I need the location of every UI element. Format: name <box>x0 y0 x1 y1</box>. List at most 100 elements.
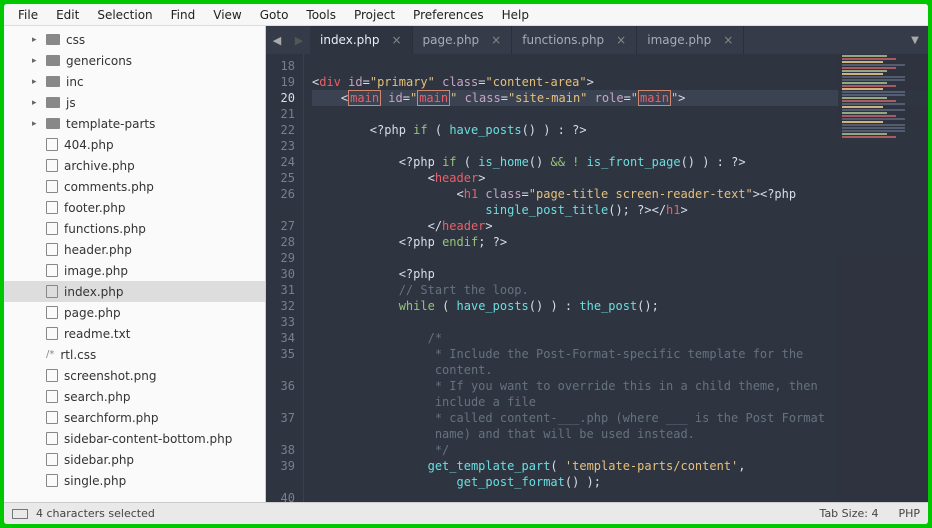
file-screenshot.png[interactable]: screenshot.png <box>4 365 265 386</box>
file-page.php[interactable]: page.php <box>4 302 265 323</box>
code-text[interactable]: <div id="primary" class="content-area"> … <box>304 54 928 502</box>
file-icon <box>46 411 58 424</box>
code-line[interactable] <box>312 250 928 266</box>
menu-view[interactable]: View <box>204 5 250 25</box>
file-comments.php[interactable]: comments.php <box>4 176 265 197</box>
file-icon <box>46 243 58 256</box>
close-icon[interactable]: × <box>723 33 733 47</box>
chevron-right-icon: ▸ <box>32 56 44 66</box>
code-line[interactable]: <main id="main" class="site-main" role="… <box>312 90 928 106</box>
tree-label: template-parts <box>66 117 155 131</box>
file-icon <box>46 369 58 382</box>
file-icon <box>46 222 58 235</box>
code-line[interactable]: </header> <box>312 218 928 234</box>
file-image.php[interactable]: image.php <box>4 260 265 281</box>
menu-edit[interactable]: Edit <box>47 5 88 25</box>
code-line[interactable]: <?php <box>312 266 928 282</box>
menu-file[interactable]: File <box>9 5 47 25</box>
code-line[interactable] <box>312 314 928 330</box>
tree-label: image.php <box>64 264 128 278</box>
nav-forward-icon[interactable]: ▶ <box>288 26 310 54</box>
close-icon[interactable]: × <box>616 33 626 47</box>
file-search.php[interactable]: search.php <box>4 386 265 407</box>
tree-label: archive.php <box>64 159 135 173</box>
code-line[interactable] <box>312 138 928 154</box>
tab-size-status[interactable]: Tab Size: 4 <box>820 507 879 520</box>
folder-js[interactable]: ▸js <box>4 92 265 113</box>
folder-genericons[interactable]: ▸genericons <box>4 50 265 71</box>
tab-index-php[interactable]: index.php × <box>310 26 413 54</box>
menu-preferences[interactable]: Preferences <box>404 5 493 25</box>
code-line[interactable]: * Include the Post-Format-specific templ… <box>312 346 928 378</box>
file-header.php[interactable]: header.php <box>4 239 265 260</box>
menu-goto[interactable]: Goto <box>251 5 298 25</box>
code-line[interactable]: <div id="primary" class="content-area"> <box>312 74 928 90</box>
file-icon: /* <box>46 349 54 360</box>
code-line[interactable]: <?php if ( have_posts() ) : ?> <box>312 122 928 138</box>
file-icon <box>46 306 58 319</box>
tree-label: search.php <box>64 390 131 404</box>
file-sidebar.php[interactable]: sidebar.php <box>4 449 265 470</box>
code-line[interactable] <box>312 58 928 74</box>
statusbar: 4 characters selected Tab Size: 4 PHP <box>4 502 928 524</box>
tree-label: searchform.php <box>64 411 159 425</box>
tree-label: sidebar-content-bottom.php <box>64 432 232 446</box>
code-line[interactable] <box>312 490 928 502</box>
file-readme.txt[interactable]: readme.txt <box>4 323 265 344</box>
file-searchform.php[interactable]: searchform.php <box>4 407 265 428</box>
file-404.php[interactable]: 404.php <box>4 134 265 155</box>
chevron-right-icon: ▸ <box>32 35 44 45</box>
code-line[interactable]: // Start the loop. <box>312 282 928 298</box>
panel-toggle-icon[interactable] <box>12 509 28 519</box>
code-line[interactable]: /* <box>312 330 928 346</box>
code-line[interactable]: <header> <box>312 170 928 186</box>
nav-back-icon[interactable]: ◀ <box>266 26 288 54</box>
code-line[interactable]: while ( have_posts() ) : the_post(); <box>312 298 928 314</box>
folder-inc[interactable]: ▸inc <box>4 71 265 92</box>
file-footer.php[interactable]: footer.php <box>4 197 265 218</box>
file-archive.php[interactable]: archive.php <box>4 155 265 176</box>
menu-tools[interactable]: Tools <box>297 5 345 25</box>
file-icon <box>46 159 58 172</box>
menu-help[interactable]: Help <box>493 5 538 25</box>
file-functions.php[interactable]: functions.php <box>4 218 265 239</box>
tree-label: page.php <box>64 306 121 320</box>
language-status[interactable]: PHP <box>898 507 920 520</box>
code-line[interactable]: get_template_part( 'template-parts/conte… <box>312 458 928 490</box>
menu-find[interactable]: Find <box>162 5 205 25</box>
close-icon[interactable]: × <box>491 33 501 47</box>
tab-page-php[interactable]: page.php× <box>413 26 513 54</box>
code-line[interactable]: <?php if ( is_home() && ! is_front_page(… <box>312 154 928 170</box>
folder-css[interactable]: ▸css <box>4 29 265 50</box>
sidebar[interactable]: ▸css▸genericons▸inc▸js ▸ template-parts 404… <box>4 26 266 502</box>
code-line[interactable] <box>312 106 928 122</box>
code-line[interactable]: * called content-___.php (where ___ is t… <box>312 410 928 442</box>
menubar: FileEditSelectionFindViewGotoToolsProjec… <box>4 4 928 26</box>
file-single.php[interactable]: single.php <box>4 470 265 491</box>
folder-template-parts[interactable]: ▸ template-parts <box>4 113 265 134</box>
tree-label: comments.php <box>64 180 154 194</box>
tab-label: index.php <box>320 33 379 47</box>
menu-project[interactable]: Project <box>345 5 404 25</box>
tab-label: functions.php <box>522 33 604 47</box>
tab-image-php[interactable]: image.php× <box>637 26 744 54</box>
file-rtl.css[interactable]: /*rtl.css <box>4 344 265 365</box>
code-line[interactable]: * If you want to override this in a chil… <box>312 378 928 410</box>
code-area[interactable]: 181920212223242526 272829303132333435 36… <box>266 54 928 502</box>
chevron-right-icon: ▸ <box>32 119 44 129</box>
folder-icon <box>46 55 60 66</box>
tab-functions-php[interactable]: functions.php × <box>512 26 637 54</box>
content-area: ▸css▸genericons▸inc▸js ▸ template-parts 404… <box>4 26 928 502</box>
code-line[interactable]: <h1 class="page-title screen-reader-text… <box>312 186 928 218</box>
close-icon[interactable]: × <box>391 33 401 47</box>
file-index.php[interactable]: index.php <box>4 281 265 302</box>
code-line[interactable]: */ <box>312 442 928 458</box>
menu-selection[interactable]: Selection <box>88 5 161 25</box>
file-sidebar-content-bottom.php[interactable]: sidebar-content-bottom.php <box>4 428 265 449</box>
tree-label: screenshot.png <box>64 369 156 383</box>
editor: ◀ ▶ index.php×page.php×functions.php×ima… <box>266 26 928 502</box>
minimap[interactable] <box>838 54 928 502</box>
file-icon <box>46 285 58 298</box>
tab-overflow-icon[interactable]: ▼ <box>902 35 928 46</box>
code-line[interactable]: <?php endif; ?> <box>312 234 928 250</box>
